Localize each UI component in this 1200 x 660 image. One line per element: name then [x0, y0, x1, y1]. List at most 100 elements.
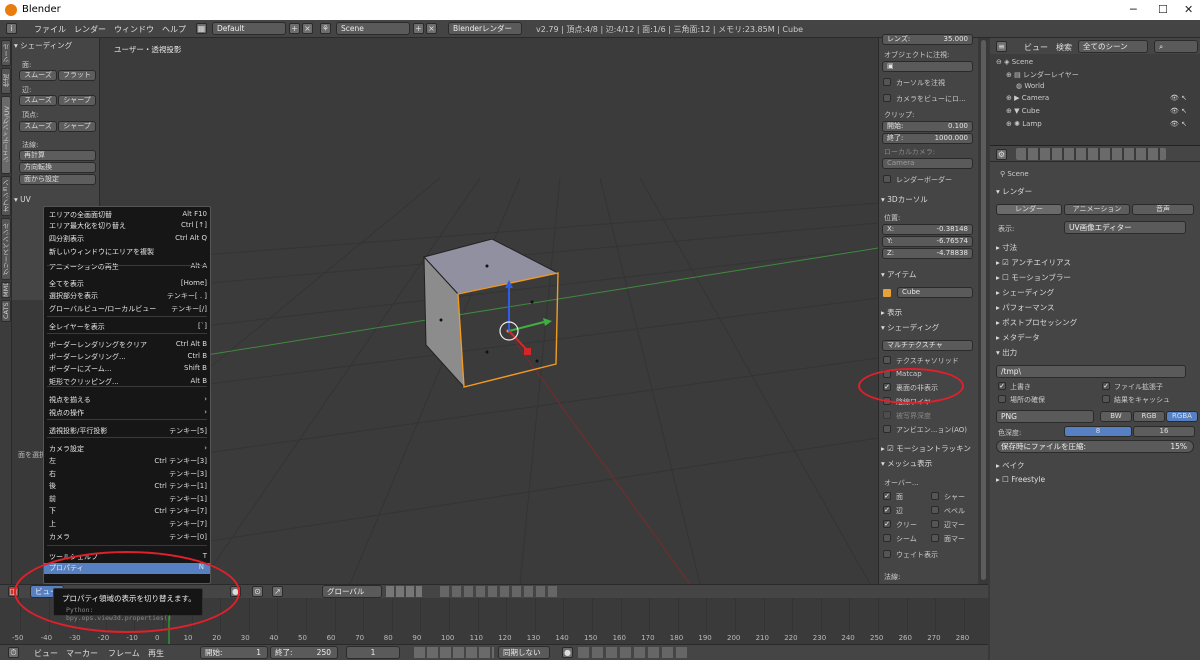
scrollbar-thumb[interactable]	[981, 40, 986, 580]
face-smooth-button[interactable]: スムーズ	[19, 70, 57, 81]
file-extensions-checkbox[interactable]: ✓	[1102, 382, 1110, 390]
cube-visibility-icon[interactable]: 👁 ↖	[1170, 107, 1187, 115]
antialiasing-header[interactable]: ▸ ☑ アンチエイリアス	[996, 257, 1071, 268]
edges-checkbox[interactable]: ✓	[883, 506, 891, 514]
shading-mode-select[interactable]: マルチテクスチャ	[882, 340, 973, 351]
timeline-editor-icon[interactable]: ⏱	[8, 647, 19, 658]
depth-16-button[interactable]: 16	[1133, 426, 1195, 437]
outliner-view-menu[interactable]: ビュー	[1024, 42, 1048, 53]
menu-item-3[interactable]: 新しいウィンドウにエリアを複製	[49, 247, 207, 258]
depth-8-button[interactable]: 8	[1064, 426, 1132, 437]
edge-mark-checkbox[interactable]	[931, 520, 939, 528]
menu-item-18[interactable]: 右 テンキー[3]	[49, 469, 207, 480]
menu-item-19[interactable]: 後 Ctrl テンキー[1]	[49, 481, 207, 492]
clip-end-field[interactable]: 終了: 1000.000	[882, 133, 973, 144]
cursor-y-field[interactable]: Y: -6.76574	[882, 236, 973, 247]
timeline-view-menu[interactable]: ビュー	[34, 648, 58, 659]
menu-item-1[interactable]: エリア最大化を切り替え Ctrl [↑]	[49, 221, 207, 232]
shading-panel-header[interactable]: ▾ シェーディング	[14, 40, 72, 52]
render-panel-header[interactable]: ▾ レンダー	[996, 186, 1032, 197]
face-flat-button[interactable]: フラット	[58, 70, 96, 81]
menu-item-6[interactable]: 選択部分を表示 テンキー[ . ]	[49, 291, 207, 302]
menu-item-13[interactable]: 視点を揃える ›	[49, 395, 207, 406]
display-panel-header[interactable]: ▸ 表示	[881, 307, 902, 318]
screen-layout-field[interactable]: Default	[212, 22, 286, 35]
menu-item-20[interactable]: 前 テンキー[1]	[49, 494, 207, 505]
3d-viewport[interactable]	[100, 38, 878, 584]
scene-icon[interactable]: ⚘	[320, 23, 331, 34]
mesh-display-header[interactable]: ▾ メッシュ表示	[881, 458, 932, 469]
menu-item-4[interactable]: アニメーションの再生 Alt A	[49, 262, 207, 273]
outliner-search-input[interactable]: ⌕	[1154, 40, 1198, 53]
texture-solid-checkbox[interactable]	[883, 356, 891, 364]
outliner-editor-icon[interactable]: ≡	[996, 41, 1007, 52]
output-header[interactable]: ▾ 出力	[996, 347, 1017, 358]
menu-item-17[interactable]: 左 Ctrl テンキー[3]	[49, 456, 207, 467]
menu-item-5[interactable]: 全てを表示 [Home]	[49, 279, 207, 290]
tab-shading-uv[interactable]: シェーディング/UV	[1, 96, 11, 174]
dof-checkbox[interactable]	[883, 411, 891, 419]
current-frame-field[interactable]: 1	[346, 646, 400, 659]
vertex-smooth-button[interactable]: スムーズ	[19, 121, 57, 132]
header-tool-buttons[interactable]	[440, 586, 560, 597]
keying-controls[interactable]	[578, 647, 688, 658]
audio-button[interactable]: 音声	[1132, 204, 1194, 215]
menu-item-8[interactable]: 全レイヤーを表示 [`]	[49, 322, 207, 333]
transform-orientation-select[interactable]: グローバル	[322, 585, 382, 598]
add-layout-button[interactable]: +	[289, 23, 300, 34]
item-panel-header[interactable]: ▾ アイテム	[881, 269, 916, 280]
menu-item-7[interactable]: グローバルビュー/ローカルビュー テンキー[/]	[49, 304, 207, 315]
outliner-item-renderlayer[interactable]: ⊕ ▤ レンダーレイヤー	[1006, 70, 1079, 80]
bw-button[interactable]: BW	[1100, 411, 1132, 422]
timeline-frame-menu[interactable]: フレーム	[108, 648, 140, 659]
outliner-item-lamp[interactable]: ⊕ ✺ Lamp	[1006, 120, 1042, 128]
render-engine-select[interactable]: Blenderレンダー	[448, 22, 522, 35]
render-button[interactable]: レンダー	[996, 204, 1062, 215]
tab-mmd[interactable]: MMD	[1, 282, 11, 298]
item-name-field[interactable]: Cube	[897, 287, 973, 298]
menu-item-9[interactable]: ボーダーレンダリングをクリア Ctrl Alt B	[49, 340, 207, 351]
weight-checkbox[interactable]	[883, 550, 891, 558]
outliner-item-camera[interactable]: ⊕ ▶ Camera	[1006, 94, 1049, 102]
file-format-select[interactable]: PNG	[996, 410, 1094, 423]
tab-cats[interactable]: CATS	[1, 300, 11, 322]
close-button[interactable]: ✕	[1184, 3, 1193, 16]
shading-panel-header-n[interactable]: ▾ シェーディング	[881, 322, 939, 333]
menu-item-0[interactable]: エリアの全画面切替 Alt F10	[49, 210, 207, 221]
start-frame-field[interactable]: 開始: 1	[200, 646, 268, 659]
recalculate-button[interactable]: 再計算	[19, 150, 96, 161]
outliner-search-menu[interactable]: 検索	[1056, 42, 1072, 53]
tab-create[interactable]: 作成	[1, 68, 11, 94]
sharp-checkbox[interactable]	[931, 492, 939, 500]
pivot-icon[interactable]: ⊙	[252, 586, 263, 597]
shading-header-props[interactable]: ▸ シェーディング	[996, 287, 1054, 298]
remove-scene-button[interactable]: ×	[426, 23, 437, 34]
animation-button[interactable]: アニメーション	[1064, 204, 1130, 215]
select-mode-buttons[interactable]	[386, 586, 422, 597]
timeline-playback-menu[interactable]: 再生	[148, 648, 164, 659]
camera-visibility-icon[interactable]: 👁 ↖	[1170, 94, 1187, 102]
manipulator-icon[interactable]: ↗	[272, 586, 283, 597]
minimize-button[interactable]: ─	[1130, 3, 1137, 16]
end-frame-field[interactable]: 終了: 250	[270, 646, 338, 659]
compression-slider[interactable]: 保存時にファイルを圧縮: 15%	[996, 440, 1194, 453]
motion-blur-header[interactable]: ▸ ☐ モーションブラー	[996, 272, 1071, 283]
menu-render[interactable]: レンダー	[74, 24, 106, 35]
lock-camera-checkbox[interactable]	[883, 94, 891, 102]
edge-sharp-button[interactable]: シャープ	[58, 95, 96, 106]
tab-options[interactable]: オプション	[1, 176, 11, 216]
menu-item-2[interactable]: 四分割表示 Ctrl Alt Q	[49, 234, 207, 245]
outliner-item-cube[interactable]: ⊕ ▼ Cube	[1006, 107, 1040, 115]
cursor-z-field[interactable]: Z: -4.78838	[882, 248, 973, 259]
menu-item-11[interactable]: ボーダーにズーム... Shift B	[49, 364, 207, 375]
edge-smooth-button[interactable]: スムーズ	[19, 95, 57, 106]
clip-start-field[interactable]: 開始: 0.100	[882, 121, 973, 132]
n-panel-scrollbar[interactable]	[979, 38, 988, 584]
lock-object-field[interactable]: ▣	[882, 61, 973, 72]
layout-grid-icon[interactable]: ▦	[196, 23, 207, 34]
lock-cursor-checkbox[interactable]	[883, 78, 891, 86]
face-mark-checkbox[interactable]	[931, 534, 939, 542]
dimensions-header[interactable]: ▸ 寸法	[996, 242, 1017, 253]
timeline-marker-menu[interactable]: マーカー	[66, 648, 98, 659]
crease-checkbox[interactable]: ✓	[883, 520, 891, 528]
